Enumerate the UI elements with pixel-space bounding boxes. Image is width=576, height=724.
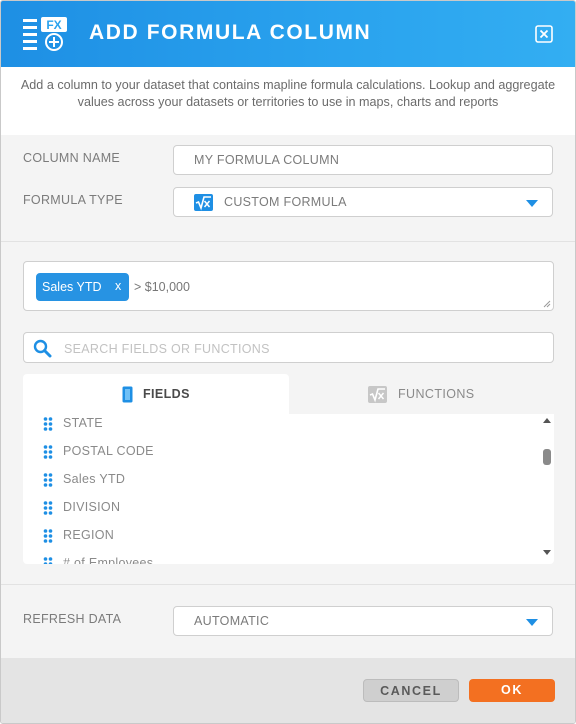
svg-text:FX: FX [46,18,61,32]
tab-functions[interactable]: FUNCTIONS [289,374,554,414]
field-chip-sales-ytd[interactable]: Sales YTD x [36,273,129,301]
column-name-value: MY FORMULA COLUMN [194,153,340,167]
tab-fields[interactable]: FIELDS [23,374,289,414]
search-input[interactable] [62,338,536,359]
chip-label: Sales YTD [42,280,102,294]
formula-editor[interactable]: Sales YTD x > $10,000 [23,261,554,311]
formula-type-select[interactable]: CUSTOM FORMULA [173,187,553,217]
scroll-up-icon[interactable] [543,418,551,423]
drag-handle-icon [43,557,53,564]
list-scrollbar[interactable] [540,414,554,564]
refresh-data-value: AUTOMATIC [194,614,270,628]
formula-type-value: CUSTOM FORMULA [224,195,347,209]
ok-button[interactable]: OK [469,679,555,702]
search-field[interactable] [23,332,554,363]
dialog-title: ADD FORMULA COLUMN [89,21,372,44]
list-item-label: POSTAL CODE [63,444,154,458]
tab-bar: FIELDS FUNCTIONS [23,374,554,414]
scrollbar-thumb[interactable] [543,449,551,465]
tab-fields-label: FIELDS [143,387,190,401]
column-settings: COLUMN NAME MY FORMULA COLUMN FORMULA TY… [1,135,575,242]
list-item[interactable]: STATE [23,414,533,438]
column-name-label: COLUMN NAME [23,151,121,165]
chevron-down-icon [526,200,538,207]
list-item-label: STATE [63,416,103,430]
drag-handle-icon [43,445,53,459]
resize-grip-icon[interactable] [543,300,551,308]
chevron-down-icon [526,619,538,626]
cancel-button[interactable]: CANCEL [363,679,459,702]
list-item-label: DIVISION [63,500,121,514]
close-icon[interactable] [535,25,553,43]
chip-remove-button[interactable]: x [115,279,121,293]
dialog-footer: CANCEL OK [1,658,575,723]
refresh-data-select[interactable]: AUTOMATIC [173,606,553,636]
refresh-data-label: REFRESH DATA [23,612,122,626]
formula-column-icon: FX [23,17,67,51]
drag-handle-icon [43,473,53,487]
list-item[interactable]: # of Employees [23,550,533,564]
list-item-label: Sales YTD [63,472,126,486]
search-icon [33,339,52,358]
formula-editor-section: Sales YTD x > $10,000 FIELDS [1,242,575,585]
drag-handle-icon [43,501,53,515]
list-item[interactable]: POSTAL CODE [23,438,533,466]
description-panel: Add a column to your dataset that contai… [1,67,575,135]
list-item[interactable]: REGION [23,522,533,550]
column-name-field[interactable]: MY FORMULA COLUMN [173,145,553,175]
scroll-down-icon[interactable] [543,550,551,555]
fields-list: STATE POSTAL CODE Sales YTD DIVISION REG… [23,414,554,564]
list-item-label: # of Employees [63,556,154,564]
add-formula-column-dialog: FX ADD FORMULA COLUMN Add a column to yo… [0,0,576,724]
drag-handle-icon [43,417,53,431]
dialog-header: FX ADD FORMULA COLUMN [1,1,575,67]
tab-functions-label: FUNCTIONS [398,387,475,401]
drag-handle-icon [43,529,53,543]
formula-type-label: FORMULA TYPE [23,193,123,207]
refresh-settings: REFRESH DATA AUTOMATIC [1,585,575,658]
square-root-icon [368,386,387,403]
square-root-icon [194,194,213,211]
list-item[interactable]: DIVISION [23,494,533,522]
column-icon [122,386,133,403]
list-item-label: REGION [63,528,115,542]
list-item[interactable]: Sales YTD [23,466,533,494]
dialog-description: Add a column to your dataset that contai… [20,78,556,109]
formula-expression: > $10,000 [134,280,190,294]
